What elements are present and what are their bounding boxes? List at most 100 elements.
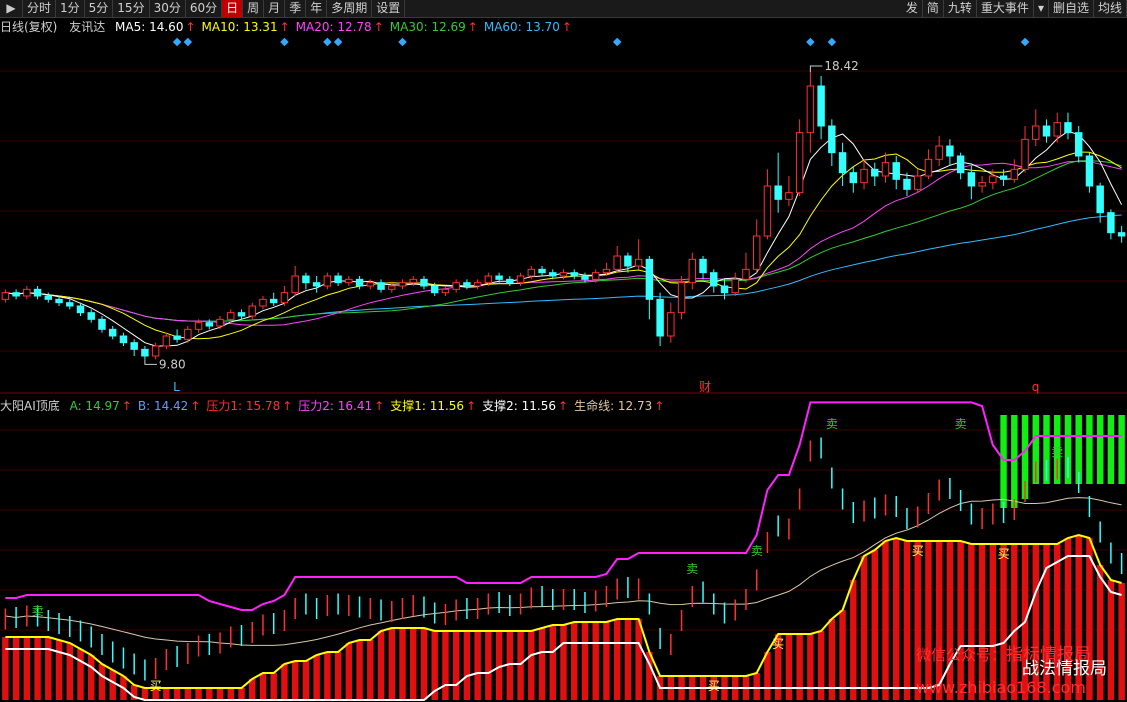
candle-body: [98, 318, 106, 330]
candle-body: [506, 278, 514, 284]
candle-body: [1032, 125, 1040, 140]
candle-body: [23, 288, 31, 297]
candle-body: [119, 335, 128, 344]
candle-body: [108, 328, 117, 337]
event-diamond-icon: [183, 37, 193, 47]
candle-body: [538, 268, 546, 274]
candle-body: [1053, 122, 1061, 137]
candle-body: [591, 272, 600, 280]
candle-body: [194, 322, 203, 330]
candle-body: [817, 85, 825, 127]
candle-body: [312, 282, 321, 287]
candle-body: [710, 272, 718, 287]
candle-body: [656, 298, 664, 337]
candle-body: [1064, 122, 1072, 134]
candle-body: [956, 155, 965, 174]
candle-body: [355, 278, 364, 287]
candle-body: [398, 282, 407, 287]
candle-body: [184, 328, 192, 340]
candle-body: [527, 268, 536, 277]
candle-body: [549, 272, 557, 277]
candle-body: [860, 168, 868, 184]
sell-signal: 卖: [955, 417, 967, 431]
watermark-wechat: 微信公众号：: [916, 646, 1007, 664]
stock-chart[interactable]: 18.429.80L 财 q卖买卖买卖买卖买卖买卖: [0, 0, 1127, 702]
event-diamond-icon: [827, 37, 837, 47]
candle-body: [881, 162, 890, 177]
candle-body: [999, 175, 1008, 180]
candle-body: [785, 192, 793, 200]
candle-body: [978, 182, 986, 187]
candle-body: [763, 185, 772, 237]
event-marker: q: [1032, 380, 1040, 394]
event-diamond-icon: [806, 37, 815, 47]
candle-body: [559, 272, 568, 277]
candle-body: [742, 268, 750, 280]
candle-body: [216, 318, 224, 327]
event-diamond-icon: [398, 37, 407, 47]
candle-body: [87, 312, 95, 320]
candle-body: [44, 295, 53, 300]
candle-body: [634, 258, 643, 267]
ma30-line: [5, 160, 1122, 322]
candle-body: [334, 275, 342, 284]
candle-body: [377, 282, 385, 290]
life-line: [5, 497, 1122, 646]
candle-body: [774, 185, 782, 200]
watermark-url: www.zhibiao168.com: [916, 678, 1086, 697]
candle-body: [259, 298, 267, 307]
candle-body: [173, 335, 181, 340]
candle-body: [441, 288, 450, 294]
candle-body: [1042, 125, 1051, 137]
candle-body: [731, 278, 739, 294]
candle-body: [624, 255, 632, 267]
candle-body: [463, 282, 471, 287]
candle-body: [130, 342, 138, 350]
candle-body: [602, 268, 611, 274]
candle-body: [903, 178, 911, 190]
candle-body: [688, 258, 697, 284]
candle-body: [924, 158, 933, 177]
buy-signal: 买: [150, 679, 162, 693]
candle-body: [516, 275, 525, 284]
candle-body: [430, 285, 439, 294]
candle-body: [345, 278, 353, 284]
candle-body: [795, 132, 804, 194]
candle-body: [205, 322, 214, 327]
candle-body: [66, 302, 74, 307]
candle-body: [828, 125, 836, 154]
candle-body: [237, 312, 246, 317]
event-diamond-icon: [612, 37, 622, 47]
candle-body: [248, 305, 256, 317]
event-diamond-icon: [280, 37, 289, 47]
candle-body: [849, 172, 858, 184]
candle-body: [1010, 168, 1019, 180]
candle-body: [946, 145, 954, 157]
candle-body: [677, 282, 686, 314]
sell-signal: 卖: [686, 562, 698, 576]
candle-body: [1074, 132, 1083, 157]
candle-body: [291, 275, 299, 294]
candle-body: [409, 278, 417, 284]
event-diamond-icon: [172, 37, 182, 47]
candle-body: [55, 298, 63, 304]
candle-body: [570, 272, 578, 277]
candle-body: [989, 175, 997, 184]
candle-body: [76, 305, 85, 314]
buy-signal: 买: [912, 544, 924, 558]
sell-signal: 卖: [32, 604, 44, 618]
ma60-line: [5, 214, 1122, 322]
candle-body: [484, 275, 493, 284]
event-marker: L: [173, 380, 180, 394]
candle-body: [806, 85, 815, 134]
event-diamond-icon: [323, 37, 332, 47]
candle-body: [473, 282, 482, 287]
buy-signal: 买: [708, 679, 720, 693]
candle-body: [269, 298, 278, 304]
event-diamond-icon: [1020, 37, 1030, 47]
candle-body: [162, 335, 171, 347]
ma10-line: [5, 151, 1122, 340]
candle-body: [752, 235, 761, 270]
candle-body: [838, 152, 847, 174]
candle-body: [420, 278, 428, 287]
